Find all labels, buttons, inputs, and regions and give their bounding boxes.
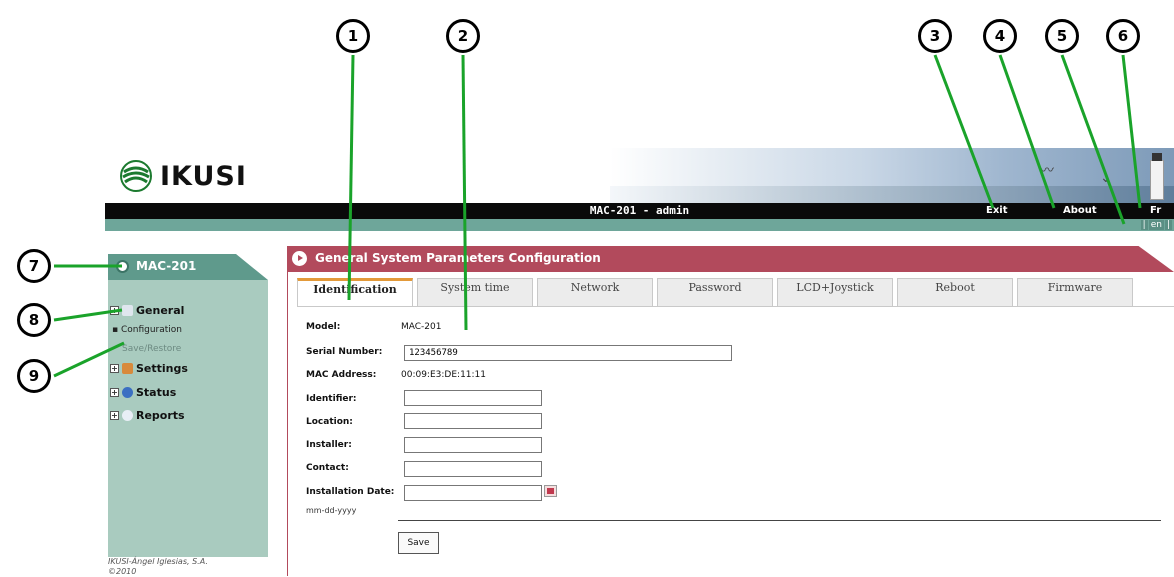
window-title: MAC-201 - admin [589,204,690,217]
menu-general-label: General [136,304,185,317]
settings-icon [122,363,133,374]
expand-icon[interactable]: + [110,388,119,397]
ikusi-logo-icon [120,160,152,192]
location-field[interactable] [404,413,542,429]
installer-label: Installer: [306,440,352,450]
installation-date-label: Installation Date: [306,487,395,497]
menu-status-label: Status [136,386,177,399]
about-link[interactable]: About [1063,203,1097,219]
installation-date-field[interactable] [404,485,542,501]
expand-icon[interactable]: + [110,306,119,315]
callout-3: 3 [918,19,952,53]
tab-lcd-joystick[interactable]: LCD+Joystick [777,278,893,307]
model-label: Model: [306,322,341,332]
sidebar: + General ▪ Configuration Save/Restore +… [108,280,268,557]
tab-bar: Identification System time Network Passw… [297,278,1133,307]
callout-7: 7 [17,249,51,283]
tab-reboot[interactable]: Reboot [897,278,1013,307]
tab-system-time[interactable]: System time [417,278,533,307]
callout-6: 6 [1106,19,1140,53]
banner-sea [610,186,1174,204]
fr-language-link[interactable]: Fr [1150,203,1161,219]
installer-field[interactable] [404,437,542,453]
language-sep: | [1164,220,1172,230]
page-title: General System Parameters Configuration [315,251,601,265]
submenu-save-restore[interactable]: Save/Restore [122,344,181,354]
serial-number-label: Serial Number: [306,347,383,357]
submenu-configuration[interactable]: ▪ Configuration [112,325,182,335]
menu-general[interactable]: + General [110,304,184,317]
tab-password[interactable]: Password [657,278,773,307]
tab-network[interactable]: Network [537,278,653,307]
exit-link[interactable]: Exit [986,203,1008,219]
mac-address-value: 00:09:E3:DE:11:11 [401,370,486,380]
language-bar: | en | [105,219,1174,231]
play-icon [292,251,307,266]
callout-8: 8 [17,303,51,337]
logo-text: IKUSI [160,160,247,192]
callout-5: 5 [1045,19,1079,53]
contact-label: Contact: [306,463,349,473]
seagull-icon: ⌄ [1100,170,1112,186]
language-sep: | [1140,220,1148,230]
tab-firmware[interactable]: Firmware [1017,278,1133,307]
date-format-hint: mm-dd-yyyy [306,506,357,515]
calendar-icon[interactable] [544,485,557,497]
callout-1: 1 [336,19,370,53]
menu-settings[interactable]: + Settings [110,362,188,375]
save-button[interactable]: Save [398,532,439,554]
menu-status[interactable]: + Status [110,386,176,399]
model-value: MAC-201 [401,322,442,332]
header-banner-image: 〰 ⌄ [610,148,1174,204]
menu-reports-label: Reports [136,409,185,422]
callout-9: 9 [17,359,51,393]
mac-address-label: MAC Address: [306,370,377,380]
callout-4: 4 [983,19,1017,53]
tab-divider [297,306,1174,307]
language-selector: | en | [1140,219,1172,231]
device-tab[interactable]: MAC-201 [108,254,268,280]
top-bar: MAC-201 - admin Exit About Fr [105,203,1174,219]
footer-copyright: IKUSI-Ángel Iglesias, S.A. ©2010 [108,557,208,577]
location-label: Location: [306,417,353,427]
serial-number-field[interactable] [404,345,732,361]
status-info-icon [122,387,133,398]
callout-2: 2 [446,19,480,53]
identifier-label: Identifier: [306,394,357,404]
device-name: MAC-201 [136,259,197,273]
seagull-icon: 〰 [1040,163,1054,179]
menu-settings-label: Settings [136,362,188,375]
menu-reports[interactable]: + Reports [110,409,185,422]
expand-icon[interactable]: + [110,411,119,420]
general-icon [122,305,133,316]
language-en[interactable]: en [1148,220,1164,230]
device-status-icon [116,260,129,273]
footer-company: IKUSI-Ángel Iglesias, S.A. [108,557,208,566]
lighthouse-icon [1150,153,1164,200]
tab-identification[interactable]: Identification [297,278,413,307]
contact-field[interactable] [404,461,542,477]
main-header: General System Parameters Configuration [287,246,1174,272]
identifier-field[interactable] [404,390,542,406]
form-divider [398,520,1161,521]
expand-icon[interactable]: + [110,364,119,373]
reports-icon [122,410,133,421]
ikusi-logo: IKUSI [118,156,247,196]
